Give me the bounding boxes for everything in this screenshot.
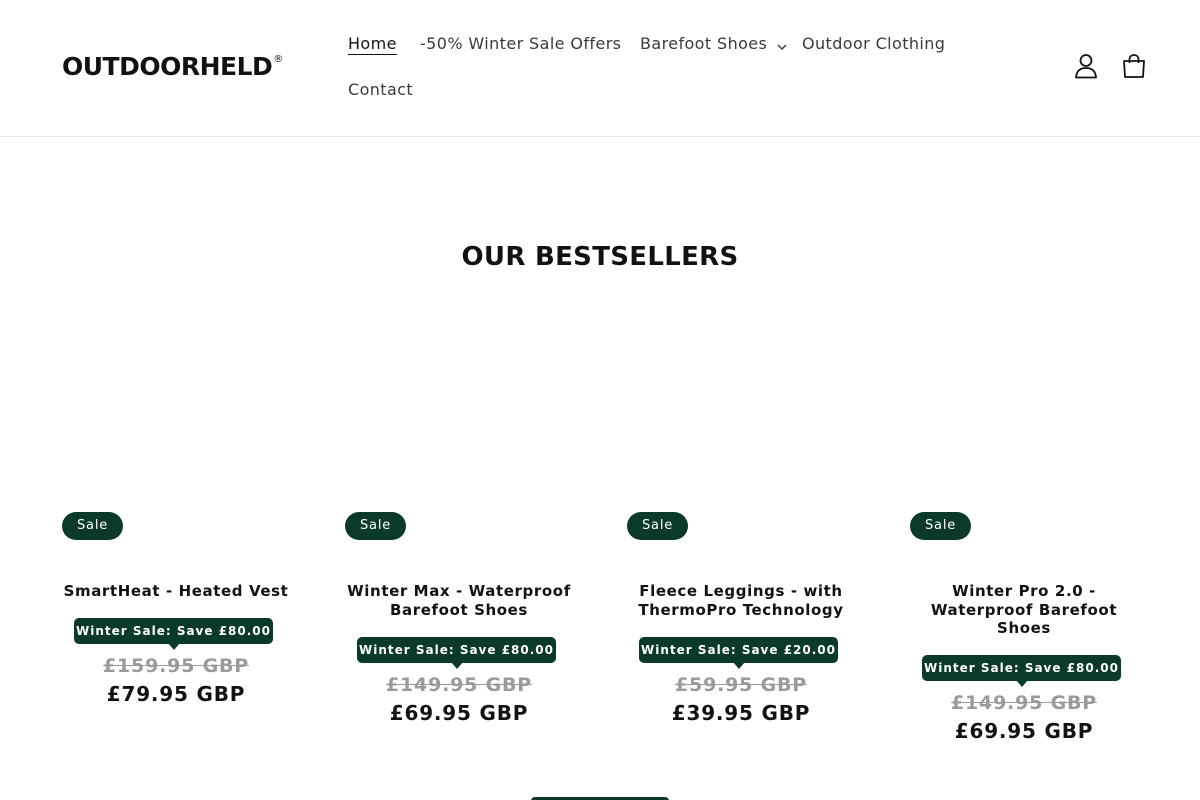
nav-barefoot-shoes-label: Barefoot Shoes [640,34,768,53]
product-title-line: SmartHeat - Heated Vest [63,582,289,600]
brand-logo[interactable]: OUTDOORHELD ® [62,52,283,84]
nav-contact[interactable]: Contact [348,80,413,100]
brand-name: OUTDOORHELD [62,52,273,81]
promo-banner: Winter Sale: Save £80.00 [74,618,273,650]
product-title-line: Winter Max - Waterproof [347,582,571,600]
sale-price: £69.95 GBP [954,719,1094,743]
regular-price: £149.95 GBP [386,674,532,696]
regular-price: £159.95 GBP [103,655,249,677]
promo-banner: Winter Sale: Save £80.00 [357,637,556,669]
sale-price: £69.95 GBP [389,701,529,725]
sale-badge: Sale [62,512,124,540]
sale-badge: Sale [345,512,407,540]
registered-mark: ® [273,54,284,65]
account-button[interactable] [1066,48,1106,88]
section-title: OUR BESTSELLERS [461,242,739,272]
product-title-line: ThermoPro Technology [638,600,844,619]
product-title[interactable]: SmartHeat - Heated Vest [58,582,294,601]
promo-banner: Winter Sale: Save £20.00 [639,637,838,669]
product-card[interactable]: Sale Fleece Leggings - with ThermoPro Te… [623,330,859,760]
product-title-line: Winter Pro 2.0 - [952,582,1096,600]
product-title-line: Waterproof Barefoot [930,600,1118,619]
product-title-line: Shoes [997,619,1051,637]
nav-barefoot-shoes[interactable]: Barefoot Shoes [640,34,787,55]
product-card[interactable]: Sale Winter Max - Waterproof Barefoot Sh… [341,330,577,760]
product-title-line: Barefoot Shoes [390,600,528,619]
cart-icon [1122,53,1146,83]
sale-badge: Sale [627,512,689,540]
sale-price: £79.95 GBP [106,682,246,706]
sale-price: £39.95 GBP [671,701,811,725]
cart-button[interactable] [1114,48,1154,88]
user-icon [1074,53,1098,83]
nav-winter-sale[interactable]: -50% Winter Sale Offers [420,34,621,54]
promo-banner: Winter Sale: Save £80.00 [922,655,1121,687]
chevron-down-icon [777,35,787,55]
regular-price: £149.95 GBP [951,692,1097,714]
product-title[interactable]: Winter Max - Waterproof Barefoot Shoes [341,582,577,619]
nav-home[interactable]: Home [348,34,397,54]
product-title[interactable]: Winter Pro 2.0 - Waterproof Barefoot Sho… [906,582,1142,638]
sale-badge: Sale [910,512,972,540]
product-title[interactable]: Fleece Leggings - with ThermoPro Technol… [623,582,859,619]
product-title-line: Fleece Leggings - with [639,582,843,600]
product-card[interactable]: Sale Winter Pro 2.0 - Waterproof Barefoo… [906,330,1142,760]
site-header: OUTDOORHELD ® Home -50% Winter Sale Offe… [0,0,1200,137]
regular-price: £59.95 GBP [675,674,807,696]
product-card[interactable]: Sale SmartHeat - Heated Vest Winter Sale… [58,330,294,760]
nav-outdoor-clothing[interactable]: Outdoor Clothing [802,34,945,54]
